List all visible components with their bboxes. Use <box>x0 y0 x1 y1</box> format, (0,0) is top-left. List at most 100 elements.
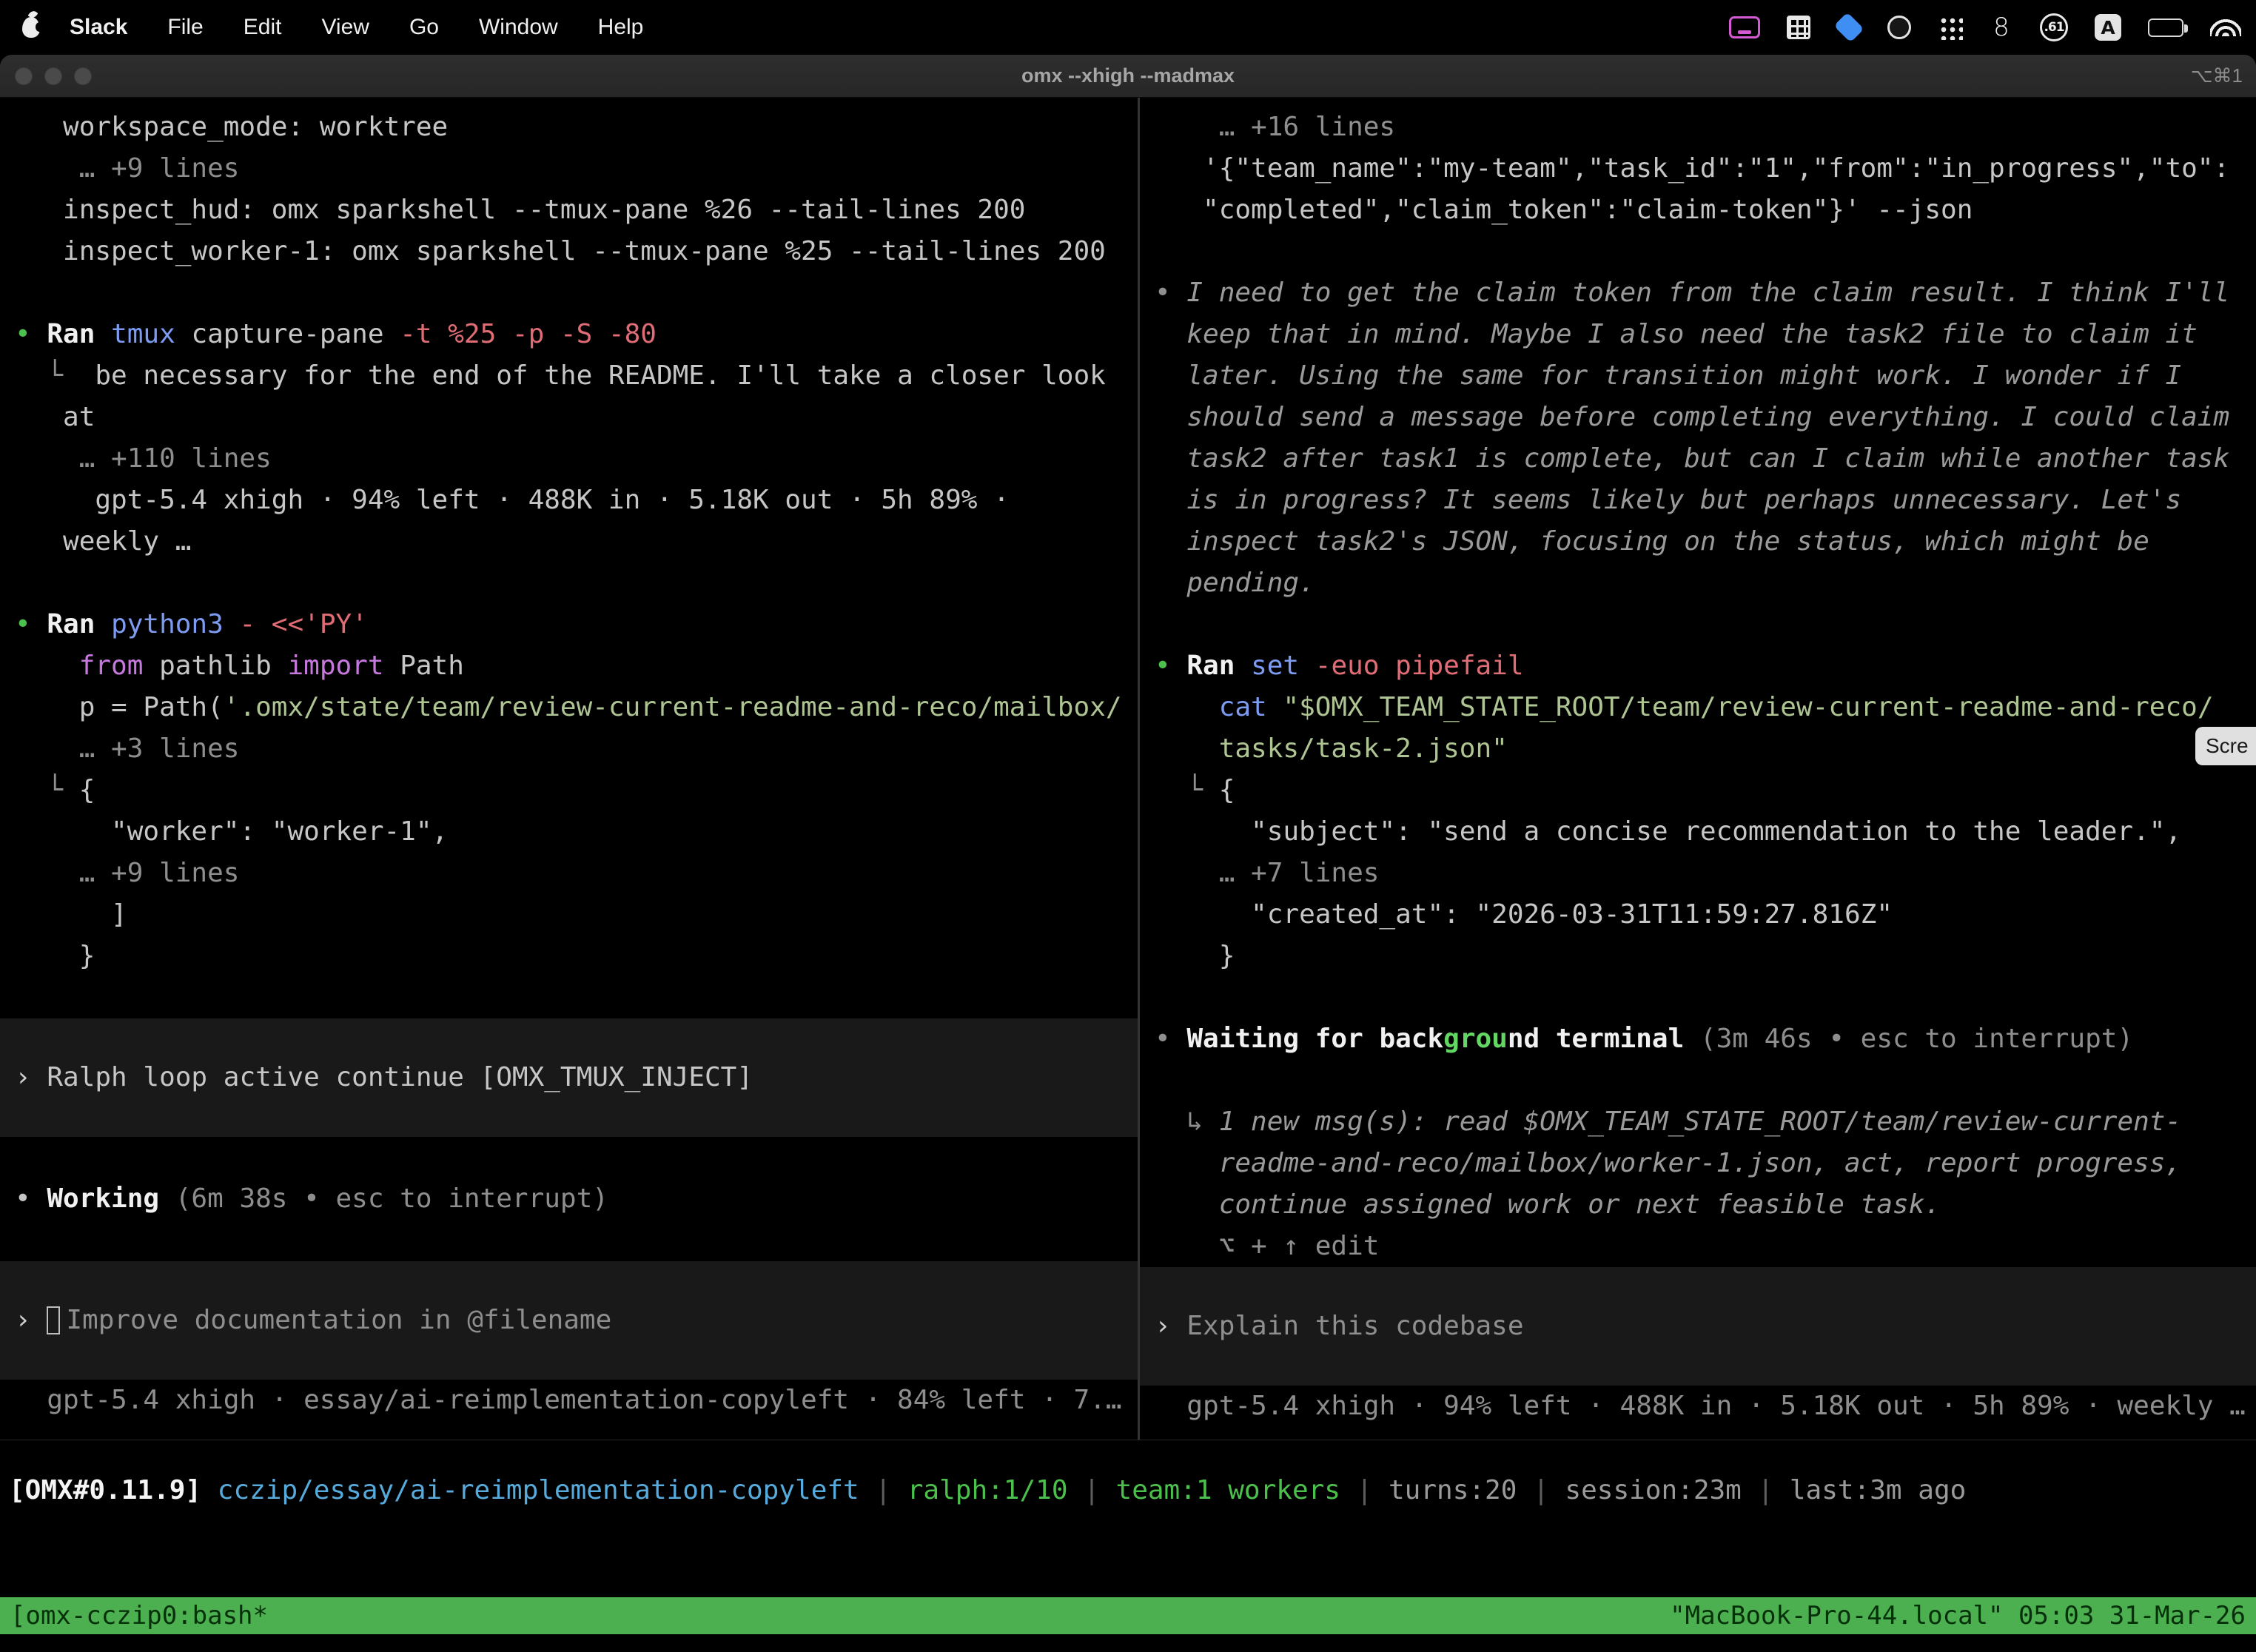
terminal-window: omx --xhigh --madmax ⌥⌘1 workspace_mode:… <box>0 55 2256 1652</box>
terminal-line: } <box>1140 936 2256 977</box>
text-segment: continue assigned work or next feasible … <box>1155 1189 1941 1220</box>
text-segment: { <box>79 775 95 805</box>
text-segment: "$OMX_TEAM_STATE_ROOT/team/review-curren… <box>1283 692 2213 722</box>
composer-suggestion[interactable]: › Explain this codebase <box>1140 1267 2256 1386</box>
terminal-line <box>0 1137 1138 1178</box>
menu-item-help[interactable]: Help <box>598 15 644 40</box>
window-titlebar[interactable]: omx --xhigh --madmax ⌥⌘1 <box>0 55 2256 98</box>
terminal-line: … +110 lines <box>0 438 1138 480</box>
terminal-line: should send a message before completing … <box>1140 397 2256 438</box>
omx-status-segment: | <box>1742 1475 1790 1505</box>
text-segment: … +9 lines <box>15 153 239 184</box>
terminal-line: readme-and-reco/mailbox/worker-1.json, a… <box>1140 1143 2256 1184</box>
terminal-line: keep that in mind. Maybe I also need the… <box>1140 314 2256 355</box>
input-source-icon[interactable]: A <box>2095 14 2121 41</box>
text-segment: ↳ <box>1155 1107 1219 1137</box>
text-segment: Ralph loop active continue [OMX_TMUX_INJ… <box>47 1057 753 1098</box>
terminal-line: ] <box>0 894 1138 936</box>
terminal-line <box>1140 231 2256 272</box>
text-segment: • <box>15 609 47 639</box>
terminal-line: from pathlib import Path <box>0 645 1138 687</box>
terminal-line: … +9 lines <box>0 148 1138 189</box>
terminal-line: ↳ 1 new msg(s): read $OMX_TEAM_STATE_ROO… <box>1140 1101 2256 1143</box>
blue-app-icon[interactable] <box>1833 12 1864 42</box>
text-segment: ] <box>15 899 127 930</box>
text-segment: inspect task2's JSON, focusing on the st… <box>1155 526 2149 557</box>
text-segment: at <box>15 402 95 432</box>
terminal-pane-right[interactable]: … +16 lines '{"team_name":"my-team","tas… <box>1140 98 2256 1440</box>
apple-menu-icon[interactable] <box>22 17 40 38</box>
omx-status-segment: | <box>1068 1475 1116 1505</box>
text-segment: … +16 lines <box>1155 112 1395 142</box>
terminal-line: • Ran tmux capture-pane -t %25 -p -S -80 <box>0 314 1138 355</box>
terminal-line: "created_at": "2026-03-31T11:59:27.816Z" <box>1140 894 2256 936</box>
text-segment: -t %25 -p -S -80 <box>400 319 657 349</box>
figure-eight-icon[interactable]: 8 <box>1990 11 2013 44</box>
text-segment: readme-and-reco/mailbox/worker-1.json, a… <box>1155 1148 2181 1178</box>
text-segment: inspect_worker-1: omx sparkshell --tmux-… <box>15 236 1106 266</box>
text-segment: I need to get the claim token from the c… <box>1186 278 2229 308</box>
menu-item-slack[interactable]: Slack <box>70 15 127 40</box>
wifi-icon[interactable] <box>2210 19 2241 36</box>
menu-bar: Slack File Edit View Go Window Help 8 .61 A <box>0 0 2256 55</box>
text-segment: › <box>15 1057 47 1098</box>
terminal-pane-left[interactable]: workspace_mode: worktree … +9 lines insp… <box>0 98 1138 1440</box>
screen-overlay-button[interactable]: Scre <box>2195 727 2256 765</box>
omx-status-segment: ralph:1/10 <box>907 1475 1068 1505</box>
dots-grid-icon[interactable] <box>1938 15 1963 40</box>
terminal-line: • Ran set -euo pipefail <box>1140 645 2256 687</box>
text-segment: Improve documentation in @filename <box>66 1300 611 1341</box>
text-segment <box>15 651 79 681</box>
tmux-status-bar: [omx-cczip0:bash* "MacBook-Pro-44.local"… <box>0 1597 2256 1634</box>
grid-app-icon[interactable] <box>1787 16 1810 39</box>
terminal-line <box>0 1220 1138 1261</box>
screen: Slack File Edit View Go Window Help 8 .61 A omx … <box>0 0 2256 1652</box>
text-segment: capture-pane <box>191 319 400 349</box>
text-segment: } <box>15 941 95 971</box>
text-segment: Path <box>384 651 464 681</box>
text-segment: Waiting for back <box>1186 1024 1443 1054</box>
text-segment: "created_at": "2026-03-31T11:59:27.816Z" <box>1155 899 1893 930</box>
menu-item-go[interactable]: Go <box>409 15 439 40</box>
menu-item-file[interactable]: File <box>167 15 203 40</box>
menu-item-window[interactable]: Window <box>479 15 558 40</box>
screen-recording-indicator-icon[interactable] <box>1729 16 1760 38</box>
text-segment: python3 <box>111 609 239 639</box>
omx-status-segment: cczip/essay/ai-reimplementation-copyleft <box>218 1475 859 1505</box>
terminal-line: ⌥ + ↑ edit <box>1140 1226 2256 1267</box>
terminal-line: • I need to get the claim token from the… <box>1140 272 2256 314</box>
text-segment: … +7 lines <box>1155 858 1379 888</box>
ring-app-icon[interactable] <box>1887 16 1911 39</box>
text-segment: › <box>15 1300 47 1341</box>
status-icons: 8 .61 A <box>1729 11 2241 44</box>
queued-input-row[interactable]: › Ralph loop active continue [OMX_TMUX_I… <box>0 1018 1138 1137</box>
text-segment: • <box>15 319 47 349</box>
window-shortcut-hint: ⌥⌘1 <box>2191 64 2243 87</box>
text-segment: (3m 46s • esc to interrupt) <box>1700 1024 2133 1054</box>
text-segment: … +3 lines <box>15 733 239 764</box>
terminal-line: continue assigned work or next feasible … <box>1140 1184 2256 1226</box>
window-title: omx --xhigh --madmax <box>0 64 2256 87</box>
terminal-line: … +16 lines <box>1140 107 2256 148</box>
terminal-line <box>1140 977 2256 1018</box>
text-segment: Ran <box>47 319 111 349</box>
omx-status-segment: team:1 workers <box>1116 1475 1340 1505</box>
composer-input[interactable]: › Improve documentation in @filename <box>0 1261 1138 1380</box>
text-segment: "completed","claim_token":"claim-token"}… <box>1155 195 1973 225</box>
terminal-line: task2 after task1 is complete, but can I… <box>1140 438 2256 480</box>
terminal-line <box>1140 604 2256 645</box>
menu-item-edit[interactable]: Edit <box>244 15 282 40</box>
terminal-line: p = Path('.omx/state/team/review-current… <box>0 687 1138 728</box>
battery-icon[interactable] <box>2148 19 2183 37</box>
text-segment: set <box>1251 651 1315 681</box>
text-segment: pending. <box>1155 568 1315 598</box>
menu-item-view[interactable]: View <box>321 15 369 40</box>
battery-percent-badge-icon[interactable]: .61 <box>2040 13 2068 41</box>
terminal-line: • Working (6m 38s • esc to interrupt) <box>0 1178 1138 1220</box>
terminal-line: … +9 lines <box>0 853 1138 894</box>
text-segment: Ran <box>1186 651 1251 681</box>
terminal-line <box>0 563 1138 604</box>
text-segment: "subject": "send a concise recommendatio… <box>1155 816 2181 847</box>
terminal-line: "completed","claim_token":"claim-token"}… <box>1140 189 2256 231</box>
terminal-line <box>0 977 1138 1018</box>
